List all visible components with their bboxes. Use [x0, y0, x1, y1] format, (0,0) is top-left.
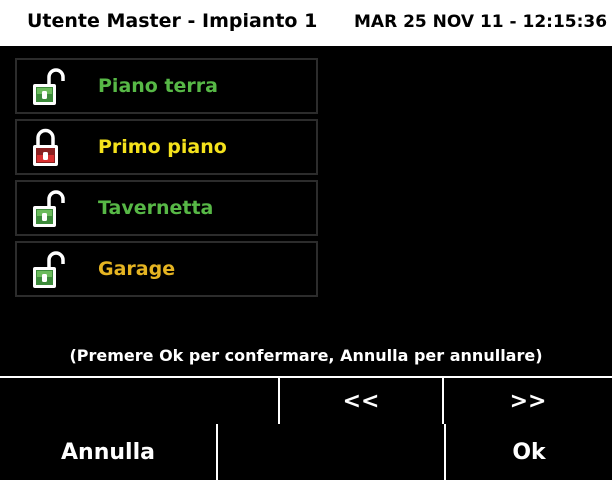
closed-lock-icon: [30, 128, 66, 168]
open-lock-icon: [30, 250, 66, 290]
header-bar: Utente Master - Impianto 1 MAR 25 NOV 11…: [0, 0, 612, 46]
open-lock-icon: [30, 67, 66, 107]
footer-bar: Annulla Ok: [0, 424, 612, 480]
prev-page-button[interactable]: <<: [280, 378, 442, 424]
divider: [216, 424, 218, 480]
zone-name: Primo piano: [98, 136, 227, 158]
zone-row-primo-piano[interactable]: Primo piano: [15, 119, 318, 175]
date-time: MAR 25 NOV 11 - 12:15:36: [354, 12, 608, 32]
cancel-button[interactable]: Annulla: [0, 424, 216, 480]
zone-row-tavernetta[interactable]: Tavernetta: [15, 180, 318, 236]
open-lock-icon: [30, 189, 66, 229]
hint-text: (Premere Ok per confermare, Annulla per …: [69, 346, 543, 365]
zone-name: Piano terra: [98, 75, 218, 97]
zone-row-garage[interactable]: Garage: [15, 241, 318, 297]
zone-name: Tavernetta: [98, 197, 214, 219]
ok-button[interactable]: Ok: [446, 424, 612, 480]
page-title: Utente Master - Impianto 1: [27, 10, 318, 32]
zone-name: Garage: [98, 258, 176, 280]
zone-row-piano-terra[interactable]: Piano terra: [15, 58, 318, 114]
next-page-button[interactable]: >>: [444, 378, 612, 424]
